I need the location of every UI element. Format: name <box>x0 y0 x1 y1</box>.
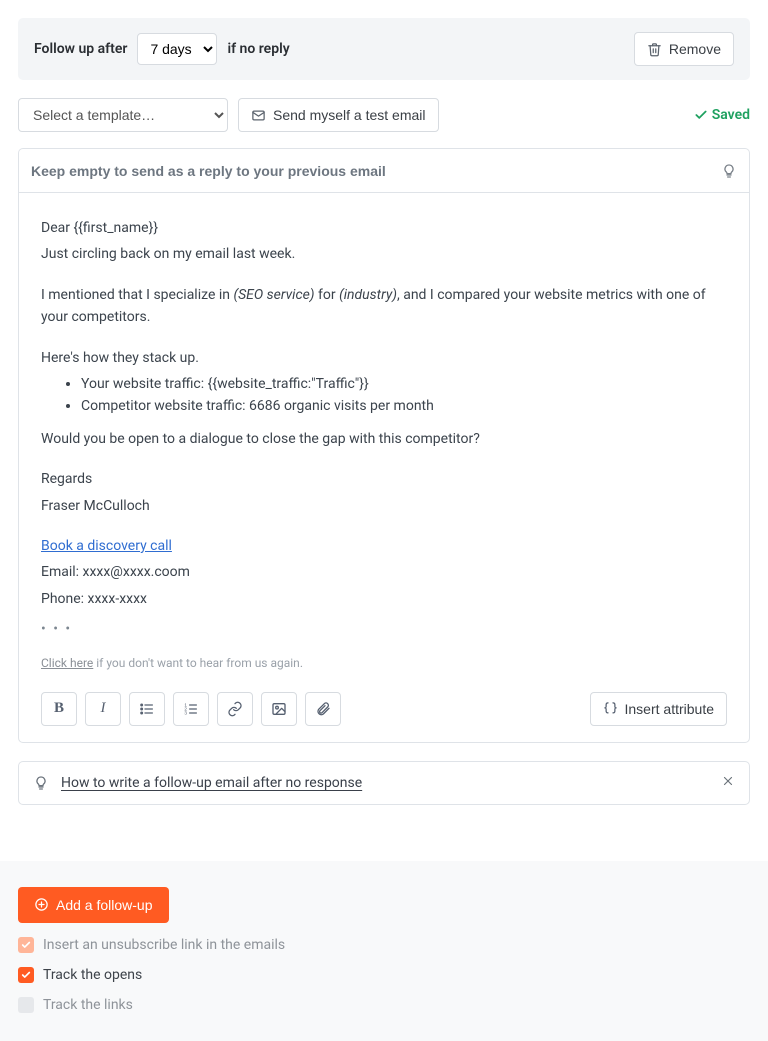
insert-attribute-button[interactable]: Insert attribute <box>590 692 728 726</box>
format-toolbar: B I 123 <box>41 692 727 726</box>
tip-link[interactable]: How to write a follow-up email after no … <box>61 775 362 791</box>
followup-rule: Follow up after 7 days if no reply <box>34 33 290 65</box>
tools-row: Select a template… Send myself a test em… <box>18 98 750 132</box>
close-icon <box>721 776 735 792</box>
email-line: Email: xxxx@xxxx.coom <box>41 561 727 583</box>
option-track-opens[interactable]: Track the opens <box>18 967 750 983</box>
option-track-links[interactable]: Track the links <box>18 997 750 1013</box>
followup-prefix: Follow up after <box>34 41 127 57</box>
list-ul-icon <box>139 701 155 717</box>
followup-suffix: if no reply <box>227 41 289 57</box>
line-1: Just circling back on my email last week… <box>41 243 727 265</box>
lightbulb-icon[interactable] <box>721 163 737 179</box>
lightbulb-icon <box>33 775 49 791</box>
sender-name: Fraser McCulloch <box>41 495 727 517</box>
list-ol-icon: 123 <box>183 701 199 717</box>
trash-icon <box>647 42 662 57</box>
followup-header: Follow up after 7 days if no reply Remov… <box>18 18 750 80</box>
option-unsubscribe[interactable]: Insert an unsubscribe link in the emails <box>18 937 750 953</box>
subject-input[interactable] <box>31 163 721 179</box>
email-body-editor[interactable]: Dear {{first_name}} Just circling back o… <box>18 192 750 743</box>
italic-button[interactable]: I <box>85 692 121 726</box>
bold-button[interactable]: B <box>41 692 77 726</box>
greeting: Dear {{first_name}} <box>41 217 727 239</box>
image-button[interactable] <box>261 692 297 726</box>
link-button[interactable] <box>217 692 253 726</box>
remove-button[interactable]: Remove <box>634 32 734 66</box>
ordered-list-button[interactable]: 123 <box>173 692 209 726</box>
phone-line: Phone: xxxx-xxxx <box>41 588 727 610</box>
image-icon <box>271 701 287 717</box>
book-call-link[interactable]: Book a discovery call <box>41 538 172 554</box>
plus-circle-icon <box>34 897 49 912</box>
ellipsis: • • • <box>41 618 727 640</box>
link-icon <box>227 701 243 717</box>
list-item: Competitor website traffic: 6686 organic… <box>81 395 727 417</box>
mail-icon <box>251 108 266 123</box>
unsubscribe-text: Click here if you don't want to hear fro… <box>41 654 727 673</box>
subject-field-row <box>18 148 750 192</box>
unordered-list-button[interactable] <box>129 692 165 726</box>
paperclip-icon <box>315 701 331 717</box>
check-icon <box>694 108 708 122</box>
saved-indicator: Saved <box>694 107 750 123</box>
svg-text:3: 3 <box>184 710 187 715</box>
stack-intro: Here's how they stack up. <box>41 347 727 369</box>
checkbox-checked-disabled-icon <box>18 937 34 953</box>
metrics-list: Your website traffic: {{website_traffic:… <box>41 373 727 418</box>
closing-question: Would you be open to a dialogue to close… <box>41 428 727 450</box>
checkbox-checked-icon <box>18 967 34 983</box>
close-tip-button[interactable] <box>721 774 735 792</box>
regards: Regards <box>41 468 727 490</box>
braces-icon <box>603 701 618 716</box>
unsubscribe-link[interactable]: Click here <box>41 656 93 670</box>
send-test-button[interactable]: Send myself a test email <box>238 98 439 132</box>
add-followup-button[interactable]: Add a follow-up <box>18 887 169 923</box>
bold-icon: B <box>54 700 64 717</box>
list-item: Your website traffic: {{website_traffic:… <box>81 373 727 395</box>
footer-panel: Add a follow-up Insert an unsubscribe li… <box>0 861 768 1041</box>
template-select[interactable]: Select a template… <box>18 98 228 132</box>
italic-icon: I <box>101 700 106 717</box>
paragraph-2: I mentioned that I specialize in (SEO se… <box>41 284 727 329</box>
attachment-button[interactable] <box>305 692 341 726</box>
tip-banner: How to write a follow-up email after no … <box>18 761 750 805</box>
checkbox-unchecked-icon <box>18 997 34 1013</box>
followup-days-select[interactable]: 7 days <box>137 33 217 65</box>
